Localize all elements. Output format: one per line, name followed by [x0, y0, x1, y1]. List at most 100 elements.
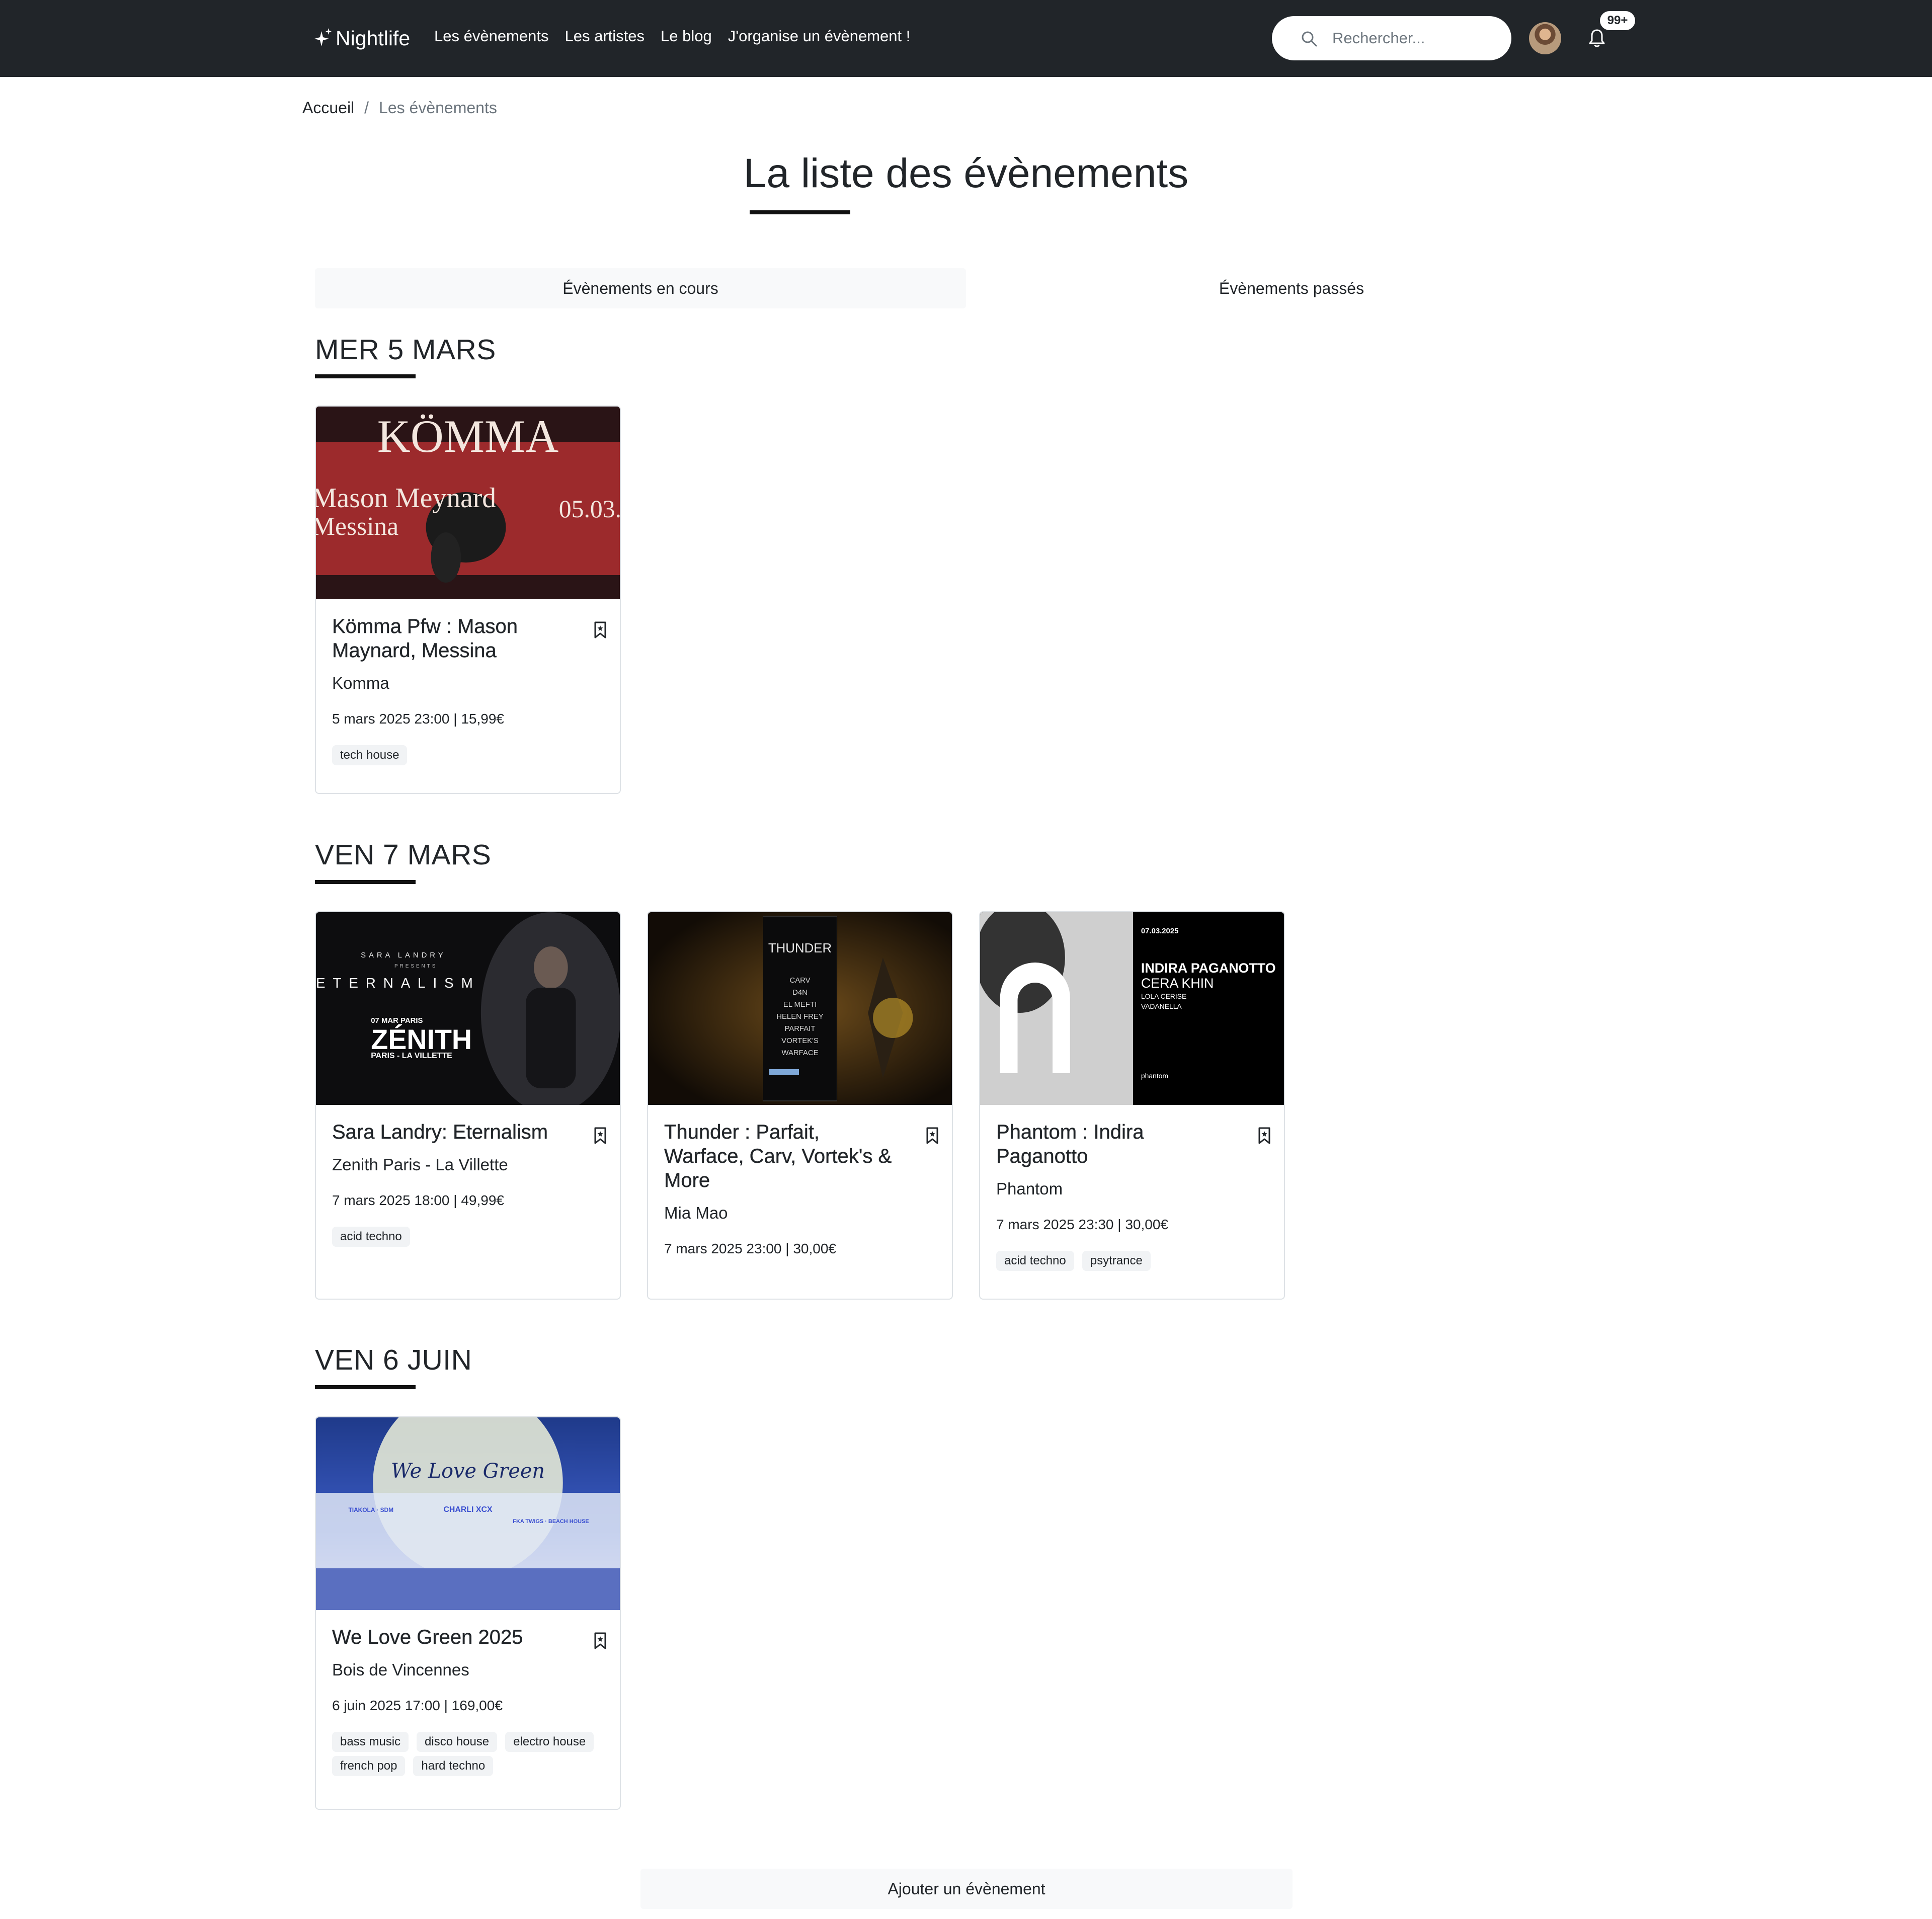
nav-link-blog[interactable]: Le blog [661, 27, 712, 45]
genre-tag[interactable]: tech house [332, 745, 408, 765]
card-body: Thunder : Parfait, Warface, Carv, Vortek… [648, 1105, 952, 1257]
search-icon [1302, 31, 1317, 47]
nav-link-events[interactable]: Les évènements [434, 27, 548, 45]
event-date-price: 7 mars 2025 18:00 | 49,99€ [332, 1192, 504, 1208]
event-poster-we-love-green: We Love Green CHARLI XCX FKA TWIGS · BEA… [316, 1417, 620, 1610]
svg-text:CHARLI XCX: CHARLI XCX [443, 1505, 492, 1514]
genre-tag[interactable]: acid techno [996, 1251, 1074, 1271]
card-body: Kömma Pfw : Mason Maynard, Messina Komma… [316, 599, 620, 765]
event-venue: Zenith Paris - La Villette [332, 1155, 508, 1174]
card-body: Phantom : Indira Paganotto Phantom 7 mar… [980, 1105, 1284, 1271]
event-venue: Phantom [996, 1179, 1063, 1198]
svg-text:ZÉNITH: ZÉNITH [371, 1023, 472, 1055]
day-underline [315, 1385, 416, 1389]
breadcrumb: Accueil / Les évènements [302, 99, 497, 117]
user-avatar[interactable] [1529, 22, 1561, 54]
svg-text:EL MEFTI: EL MEFTI [783, 1000, 817, 1009]
event-title[interactable]: Phantom : Indira Paganotto [996, 1120, 1233, 1168]
event-date-price: 7 mars 2025 23:30 | 30,00€ [996, 1217, 1168, 1232]
event-card[interactable]: KÖMMA Mason Meynard Messina 05.03.2 Kömm… [315, 406, 621, 794]
event-card[interactable]: 07.03.2025 INDIRA PAGANOTTO CERA KHIN LO… [979, 911, 1285, 1300]
day-heading: VEN 6 JUIN [315, 1344, 472, 1376]
svg-text:Mason Meynard: Mason Meynard [316, 483, 496, 514]
add-event-button[interactable]: Ajouter un évènement [640, 1869, 1293, 1909]
bookmark-icon[interactable] [594, 621, 607, 638]
svg-text:INDIRA PAGANOTTO: INDIRA PAGANOTTO [1141, 961, 1276, 976]
svg-text:SARA LANDRY: SARA LANDRY [361, 951, 446, 959]
svg-text:We Love Green: We Love Green [391, 1460, 545, 1483]
event-card[interactable]: SARA LANDRY PRESENTS ETERNALISM 07 MAR P… [315, 911, 621, 1300]
card-body: We Love Green 2025 Bois de Vincennes 6 j… [316, 1610, 620, 1776]
genre-tag[interactable]: hard techno [413, 1756, 494, 1776]
event-tags: bass music disco house electro house fre… [332, 1732, 604, 1776]
top-navbar: Nightlife Les évènements Les artistes Le… [0, 0, 1932, 77]
breadcrumb-current: Les évènements [379, 99, 497, 117]
bookmark-icon[interactable] [926, 1127, 939, 1144]
day-underline [315, 374, 416, 378]
bookmark-icon[interactable] [1258, 1127, 1271, 1144]
event-date-price: 7 mars 2025 23:00 | 30,00€ [664, 1241, 836, 1256]
day-heading: MER 5 MARS [315, 334, 496, 366]
genre-tag[interactable]: disco house [417, 1732, 498, 1752]
svg-text:PRESENTS: PRESENTS [394, 964, 437, 969]
event-tags: acid techno psytrance [996, 1251, 1268, 1271]
svg-text:PARIS - LA VILLETTE: PARIS - LA VILLETTE [371, 1052, 452, 1060]
event-tags: tech house [332, 745, 604, 765]
search-input[interactable] [1331, 29, 1504, 48]
svg-text:KÖMMA: KÖMMA [377, 411, 559, 462]
event-poster-sara-landry: SARA LANDRY PRESENTS ETERNALISM 07 MAR P… [316, 912, 620, 1105]
svg-text:07.03.2025: 07.03.2025 [1141, 927, 1179, 935]
breadcrumb-separator: / [364, 99, 369, 117]
main-nav-links: Les évènements Les artistes Le blog J'or… [434, 27, 910, 45]
event-venue: Komma [332, 674, 389, 692]
svg-text:CARV: CARV [789, 976, 810, 985]
genre-tag[interactable]: bass music [332, 1732, 409, 1752]
brand-logo-link[interactable]: Nightlife [314, 23, 410, 53]
page-title: La liste des évènements [743, 150, 1189, 196]
day-underline [315, 880, 416, 884]
title-underline [750, 210, 850, 214]
svg-text:LOLA CERISE: LOLA CERISE [1141, 992, 1186, 1000]
event-venue: Bois de Vincennes [332, 1660, 469, 1679]
event-title[interactable]: Thunder : Parfait, Warface, Carv, Vortek… [664, 1120, 901, 1192]
genre-tag[interactable]: psytrance [1082, 1251, 1151, 1271]
bell-icon[interactable] [1588, 28, 1606, 48]
genre-tag[interactable]: french pop [332, 1756, 406, 1776]
notification-badge: 99+ [1600, 11, 1635, 30]
day-heading: VEN 7 MARS [315, 839, 492, 871]
event-poster-thunder: THUNDER CARV D4N EL MEFTI HELEN FREY PAR… [648, 912, 952, 1105]
event-title[interactable]: Kömma Pfw : Mason Maynard, Messina [332, 614, 569, 663]
event-venue: Mia Mao [664, 1204, 728, 1222]
svg-text:PARFAIT: PARFAIT [785, 1024, 816, 1033]
event-poster-phantom: 07.03.2025 INDIRA PAGANOTTO CERA KHIN LO… [980, 912, 1284, 1105]
svg-text:05.03.2: 05.03.2 [559, 495, 620, 523]
card-body: Sara Landry: Eternalism Zenith Paris - L… [316, 1105, 620, 1247]
svg-text:phantom: phantom [1141, 1072, 1168, 1080]
genre-tag[interactable]: acid techno [332, 1227, 410, 1247]
search-box [1272, 16, 1511, 60]
nav-link-organize[interactable]: J'organise un évènement ! [728, 27, 911, 45]
tab-past-events[interactable]: Évènements passés [966, 268, 1617, 308]
tab-current-events[interactable]: Évènements en cours [315, 268, 966, 308]
svg-text:CERA KHIN: CERA KHIN [1141, 976, 1214, 991]
svg-text:ETERNALISM: ETERNALISM [316, 975, 480, 991]
bookmark-icon[interactable] [594, 1632, 607, 1649]
bookmark-icon[interactable] [594, 1127, 607, 1144]
breadcrumb-home-link[interactable]: Accueil [302, 99, 354, 117]
event-tabs: Évènements en cours Évènements passés [315, 268, 1617, 308]
svg-text:THUNDER: THUNDER [768, 941, 832, 955]
svg-text:D4N: D4N [792, 988, 808, 997]
event-card[interactable]: We Love Green CHARLI XCX FKA TWIGS · BEA… [315, 1416, 621, 1810]
nav-link-artists[interactable]: Les artistes [565, 27, 645, 45]
event-date-price: 5 mars 2025 23:00 | 15,99€ [332, 711, 504, 727]
brand-name: Nightlife [336, 26, 411, 50]
svg-text:VORTEK'S: VORTEK'S [781, 1036, 819, 1045]
event-title[interactable]: We Love Green 2025 [332, 1625, 569, 1649]
svg-text:TIAKOLA · SDM: TIAKOLA · SDM [348, 1506, 393, 1513]
sparkle-icon [314, 28, 332, 46]
event-card[interactable]: THUNDER CARV D4N EL MEFTI HELEN FREY PAR… [647, 911, 953, 1300]
event-tags: acid techno [332, 1227, 604, 1247]
event-title[interactable]: Sara Landry: Eternalism [332, 1120, 569, 1144]
genre-tag[interactable]: electro house [505, 1732, 594, 1752]
svg-text:HELEN FREY: HELEN FREY [776, 1012, 824, 1021]
